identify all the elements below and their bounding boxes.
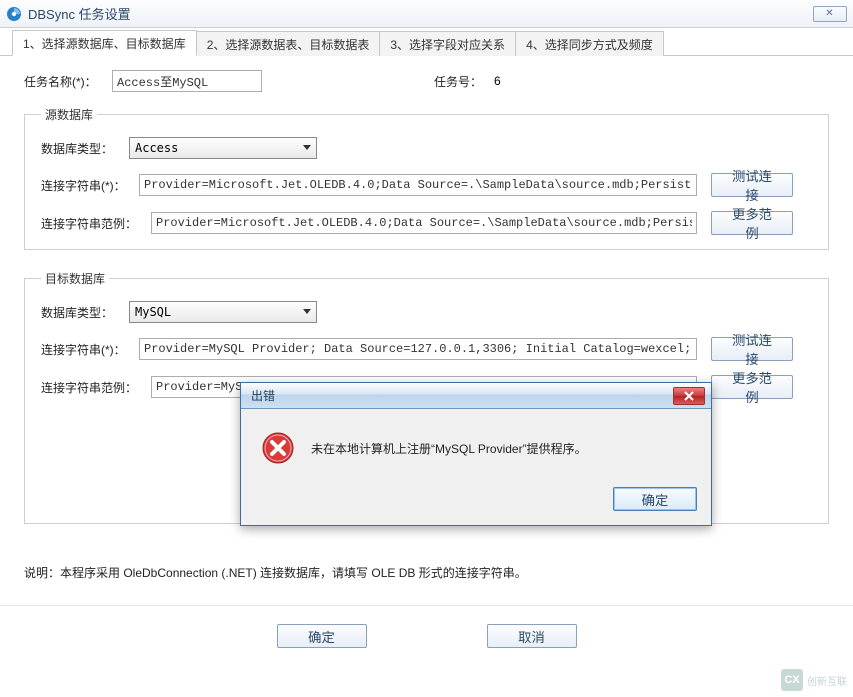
error-dialog-ok-button[interactable]: 确定	[613, 487, 697, 511]
source-conn-label: 连接字符串(*)：	[41, 177, 139, 194]
close-icon: ✕	[825, 8, 834, 19]
target-type-combo[interactable]: MySQL	[129, 301, 317, 323]
tabstrip: 1、选择源数据库、目标数据库 2、选择源数据表、目标数据表 3、选择字段对应关系…	[0, 28, 853, 56]
chevron-down-icon	[298, 302, 316, 322]
source-db-group: 源数据库 数据库类型： Access 连接字符串(*)： 测试连接 连接字符串范…	[24, 106, 829, 250]
target-test-connection-button[interactable]: 测试连接	[711, 337, 793, 361]
error-dialog-message: 未在本地计算机上注册“MySQL Provider”提供程序。	[311, 440, 587, 457]
ok-button[interactable]: 确定	[277, 624, 367, 648]
watermark-logo-icon: CX	[781, 669, 803, 691]
task-id-label: 任务号：	[434, 73, 494, 90]
source-type-value: Access	[130, 141, 298, 155]
source-test-connection-button[interactable]: 测试连接	[711, 173, 793, 197]
target-conn-input[interactable]	[139, 338, 697, 360]
target-db-legend: 目标数据库	[41, 270, 109, 287]
source-sample-label: 连接字符串范例：	[41, 215, 151, 232]
app-logo-icon	[6, 6, 22, 22]
source-db-legend: 源数据库	[41, 106, 97, 123]
task-name-input[interactable]	[112, 70, 262, 92]
window-title: DBSync 任务设置	[28, 4, 131, 23]
tab-1-source-target-db[interactable]: 1、选择源数据库、目标数据库	[12, 30, 197, 56]
target-conn-label: 连接字符串(*)：	[41, 341, 139, 358]
dialog-button-row: 确定 取消	[0, 605, 853, 668]
tab-2-source-target-table[interactable]: 2、选择源数据表、目标数据表	[196, 31, 381, 56]
tab-4-sync-mode[interactable]: 4、选择同步方式及频度	[515, 31, 664, 56]
tab-3-field-mapping[interactable]: 3、选择字段对应关系	[379, 31, 516, 56]
source-sample-input[interactable]	[151, 212, 697, 234]
chevron-down-icon	[298, 138, 316, 158]
error-dialog: 出错 未在本地计算机上注册“MySQL Provider”提供程序。 确定	[240, 382, 712, 526]
task-id-value: 6	[494, 74, 501, 88]
target-sample-label: 连接字符串范例：	[41, 379, 151, 396]
error-icon	[261, 431, 295, 465]
source-more-samples-button[interactable]: 更多范例	[711, 211, 793, 235]
source-type-label: 数据库类型：	[41, 140, 129, 157]
watermark: CX 创新互联	[781, 669, 847, 691]
target-type-label: 数据库类型：	[41, 304, 129, 321]
target-more-samples-button[interactable]: 更多范例	[711, 375, 793, 399]
note-text: 说明：本程序采用 OleDbConnection (.NET) 连接数据库，请填…	[24, 564, 829, 581]
source-conn-input[interactable]	[139, 174, 697, 196]
source-type-combo[interactable]: Access	[129, 137, 317, 159]
task-name-label: 任务名称(*)：	[24, 73, 112, 90]
watermark-text: 创新互联	[807, 673, 847, 688]
task-name-row: 任务名称(*)： 任务号： 6	[24, 70, 829, 92]
error-dialog-titlebar: 出错	[241, 383, 711, 409]
window-close-button[interactable]: ✕	[813, 6, 847, 22]
error-dialog-close-button[interactable]	[673, 387, 705, 405]
cancel-button[interactable]: 取消	[487, 624, 577, 648]
window-titlebar: DBSync 任务设置 ✕	[0, 0, 853, 28]
error-dialog-title: 出错	[251, 387, 275, 404]
target-type-value: MySQL	[130, 305, 298, 319]
close-icon	[683, 391, 695, 401]
